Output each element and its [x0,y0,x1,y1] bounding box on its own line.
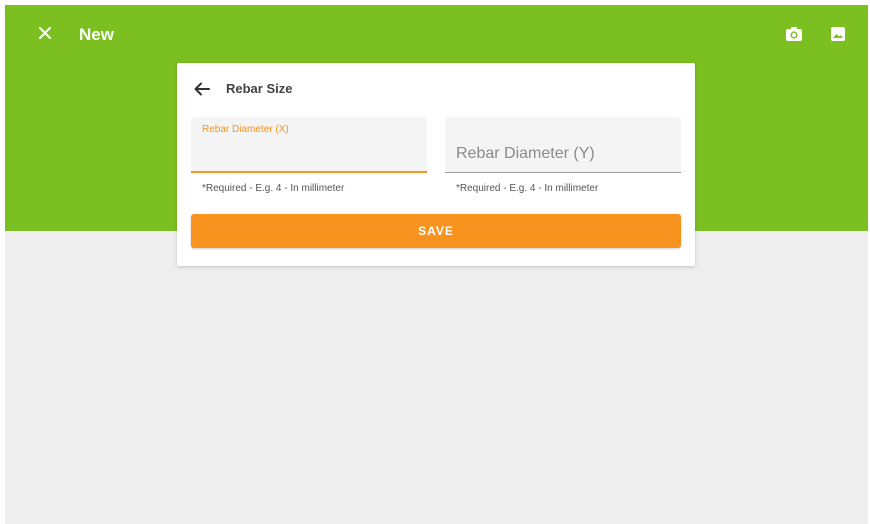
camera-icon [786,27,802,41]
close-icon [39,27,51,39]
rebar-diameter-y-field[interactable] [445,117,681,173]
rebar-size-dialog: Rebar Size Rebar Diameter (X) *Required … [177,63,695,266]
save-button[interactable]: SAVE [191,214,681,248]
rebar-diameter-x-helper: *Required - E.g. 4 - In millimeter [202,183,345,194]
app-window: New Rebar Size Rebar Diameter (X) *Requi… [5,5,868,524]
rebar-diameter-x-input[interactable] [202,139,412,165]
page-title: New [79,25,114,44]
image-icon [831,27,845,41]
close-button[interactable] [34,22,56,44]
arrow-left-icon [194,82,210,96]
dialog-title: Rebar Size [226,81,293,96]
camera-button[interactable] [783,23,805,45]
image-button[interactable] [827,23,849,45]
rebar-diameter-y-input[interactable] [456,143,670,165]
rebar-diameter-x-label: Rebar Diameter (X) [202,124,289,135]
rebar-diameter-y-helper: *Required - E.g. 4 - In millimeter [456,183,599,194]
rebar-diameter-x-field[interactable]: Rebar Diameter (X) [191,117,427,173]
back-button[interactable] [192,80,212,98]
